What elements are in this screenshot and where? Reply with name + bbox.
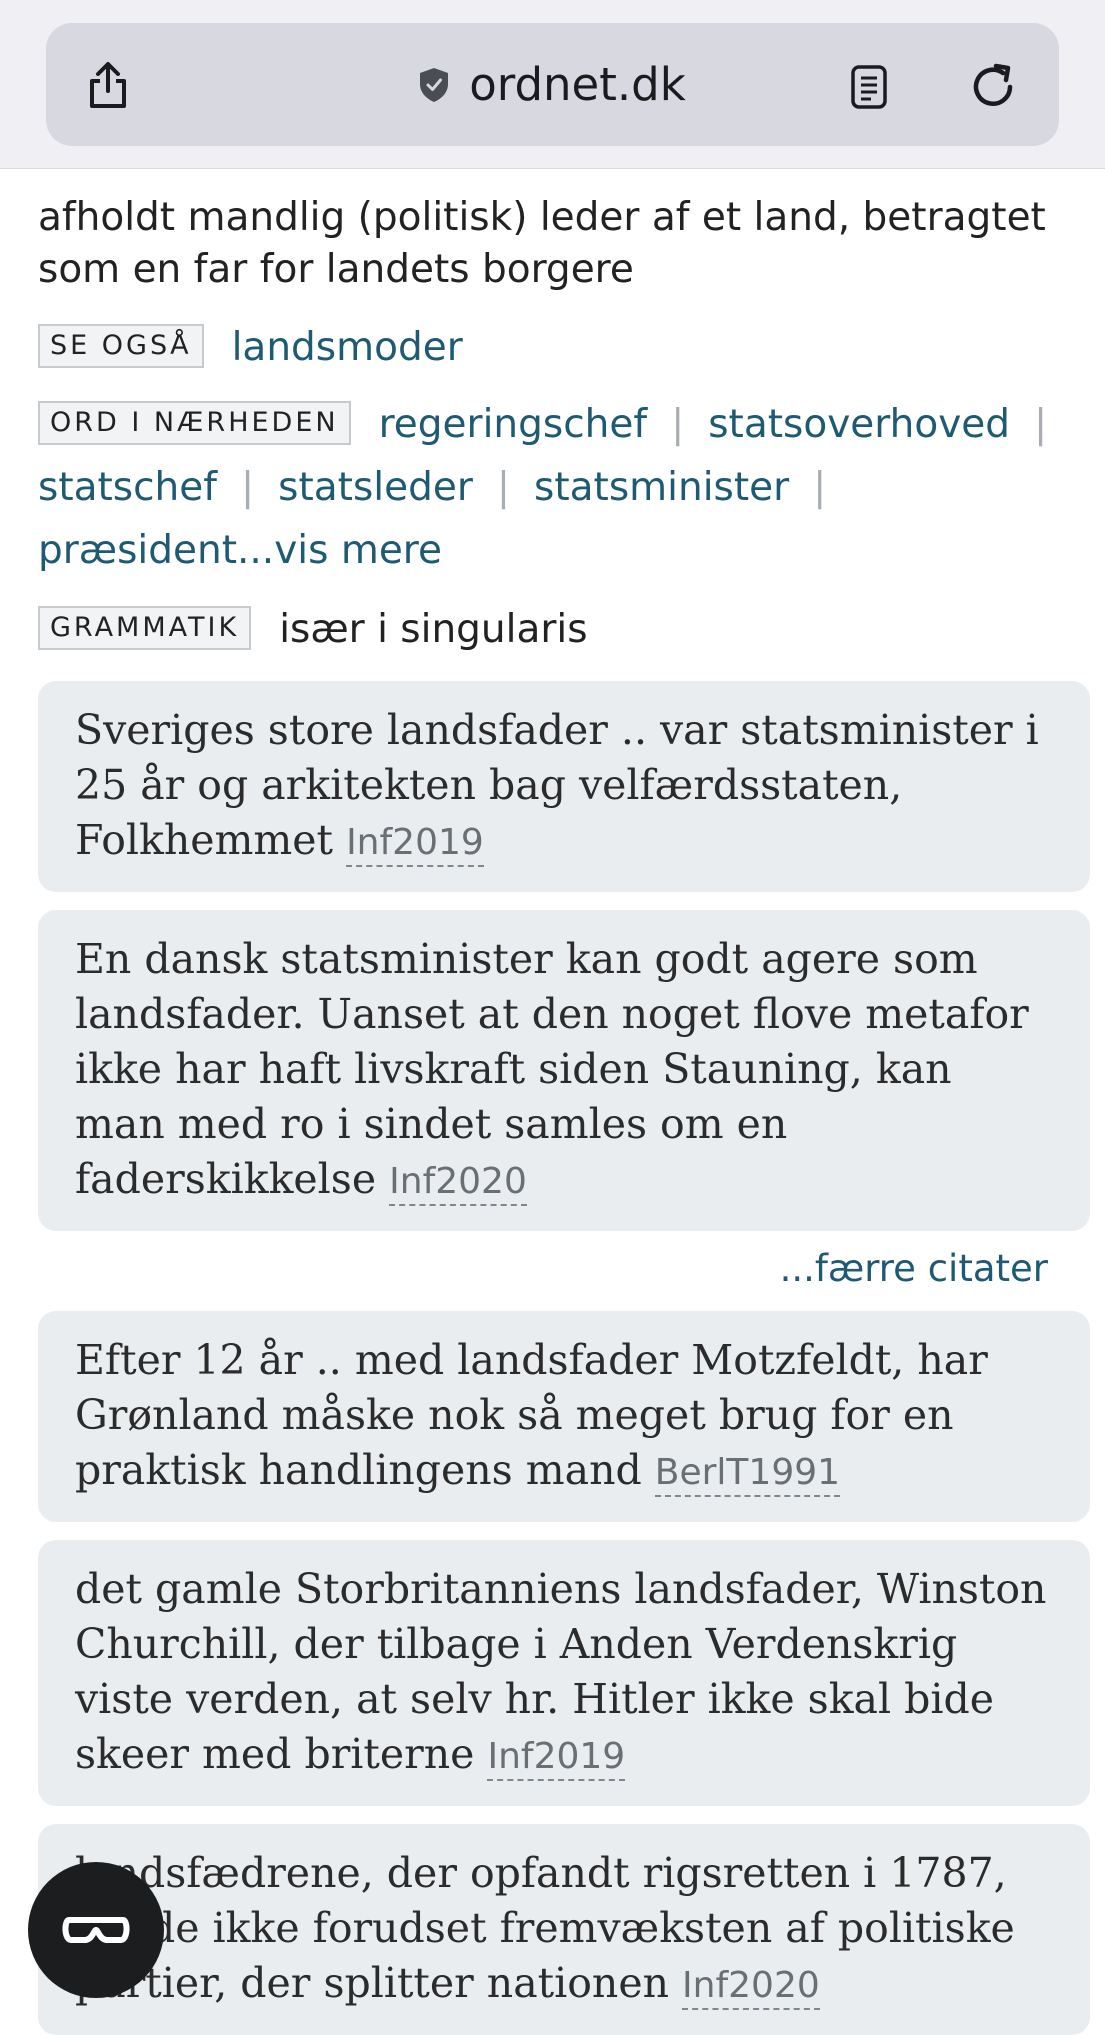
fewer-quotes-link[interactable]: ...færre citater [780,1247,1048,1290]
separator: | [1034,402,1048,447]
nearby-link-praesident[interactable]: præsident [38,528,237,573]
fewer-quotes-row: ...færre citater [38,1245,1088,1293]
see-also-link[interactable]: landsmoder [232,325,463,370]
quote-text: En dansk statsminister kan godt agere so… [75,935,1029,1203]
nearby-link-statsoverhoved[interactable]: statsoverhoved [708,402,1010,447]
entry-content: afholdt mandlig (politisk) leder af et l… [38,168,1090,2035]
see-also-row: SE OGSÅ landsmoder [38,316,1088,379]
separator: | [671,402,685,447]
grammar-tag: GRAMMATIK [38,605,252,650]
reader-glasses-button[interactable] [28,1862,164,1998]
quote-card: det gamle Storbritanniens landsfader, Wi… [38,1540,1090,1806]
quote-source[interactable]: Inf2019 [346,822,484,867]
quote-source[interactable]: Inf2020 [682,1965,820,2010]
nearby-tag: ORD I NÆRHEDEN [38,400,351,445]
quote-text: Efter 12 år .. med landsfader Motzfeldt,… [75,1336,988,1494]
show-more-link[interactable]: ...vis mere [237,528,442,573]
reader-mode-icon[interactable] [851,65,887,109]
nearby-link-statsminister[interactable]: statsminister [534,465,789,510]
quote-source[interactable]: Inf2020 [389,1161,527,1206]
quote-card: Sveriges store landsfader .. var statsmi… [38,681,1090,892]
separator: | [813,465,827,510]
quote-source[interactable]: BerlT1991 [654,1452,841,1497]
nearby-link-regeringschef[interactable]: regeringschef [379,402,647,447]
shield-icon [420,67,449,102]
quote-text: Sveriges store landsfader .. var statsmi… [75,706,1039,864]
grammar-row: GRAMMATIK især i singularis [38,598,1088,661]
quote-card: En dansk statsminister kan godt agere so… [38,910,1090,1231]
address-bar[interactable]: ordnet.dk [46,23,1059,146]
url-display[interactable]: ordnet.dk [46,23,1059,146]
browser-toolbar: ordnet.dk [0,0,1105,169]
quote-card: Efter 12 år .. med landsfader Motzfeldt,… [38,1311,1090,1522]
quote-card: landsfædrene, der opfandt rigsretten i 1… [38,1824,1090,2035]
quote-source[interactable]: Inf2019 [487,1736,626,1781]
nearby-words-row: ORD I NÆRHEDEN regeringschef | statsoverhov… [38,393,1088,582]
nearby-link-statschef[interactable]: statschef [38,465,217,510]
url-text: ordnet.dk [469,58,686,111]
reload-icon[interactable] [970,63,1018,109]
separator: | [241,465,255,510]
separator: | [496,465,511,510]
nearby-link-statsleder[interactable]: statsleder [278,465,473,510]
grammar-text: især i singularis [279,607,588,652]
definition-text: afholdt mandlig (politisk) leder af et l… [38,195,1046,292]
glasses-icon [62,1917,130,1943]
see-also-tag: SE OGSÅ [38,323,204,368]
quote-text: landsfædrene, der opfandt rigsretten i 1… [75,1849,1015,2007]
